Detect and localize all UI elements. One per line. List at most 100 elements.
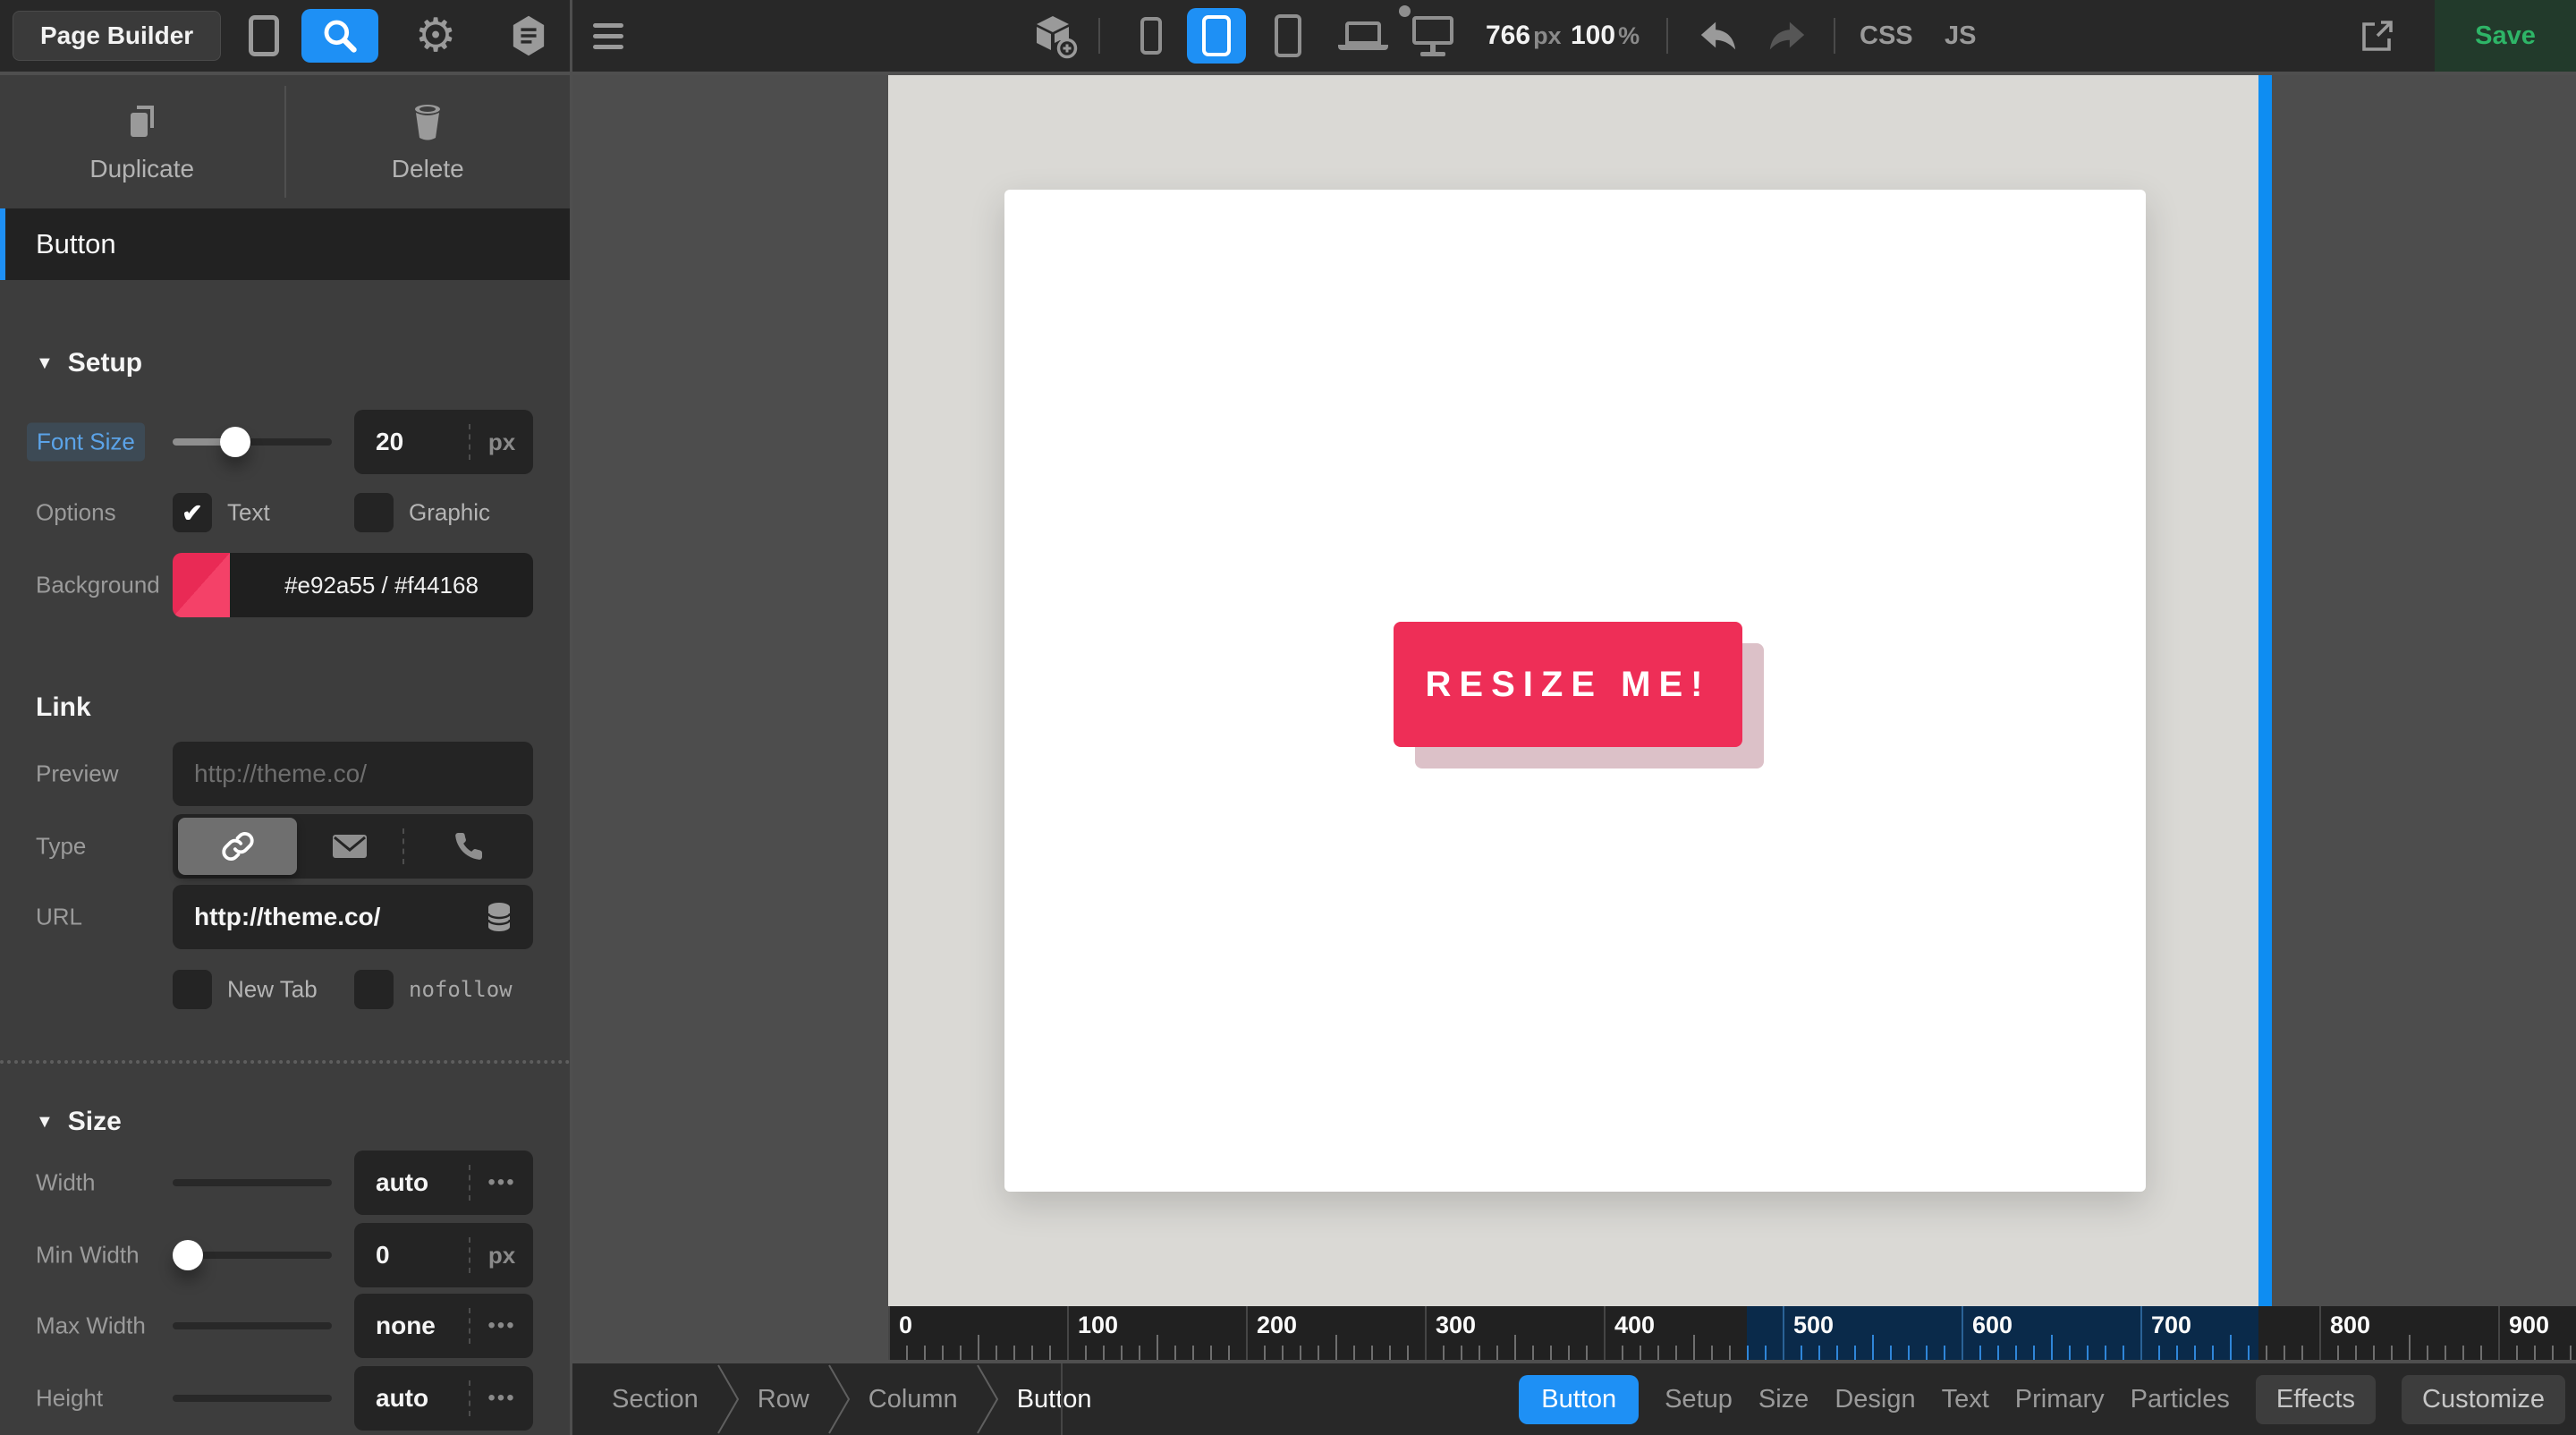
top-toolbar: Page Builder ⚙ xyxy=(0,0,2576,75)
preview-input[interactable]: http://theme.co/ xyxy=(173,742,533,806)
tab-particles[interactable]: Particles xyxy=(2131,1385,2230,1414)
undo-button[interactable] xyxy=(1693,0,1743,72)
width-value[interactable]: auto xyxy=(354,1168,469,1197)
new-tab-checkbox[interactable]: ✔ xyxy=(173,970,212,1009)
ruler-tick xyxy=(942,1346,944,1360)
font-size-label[interactable]: Font Size xyxy=(27,423,145,462)
ruler-tick xyxy=(1103,1346,1105,1360)
more-options-icon[interactable] xyxy=(470,1170,533,1195)
link-type-url-button[interactable] xyxy=(178,818,297,875)
envelope-icon xyxy=(332,833,368,860)
new-tab-label[interactable]: New Tab xyxy=(227,976,318,1004)
text-checkbox-label[interactable]: Text xyxy=(227,499,270,527)
size-section-header[interactable]: ▼ Size xyxy=(36,1107,122,1137)
min-width-slider[interactable] xyxy=(173,1240,332,1270)
graphic-checkbox-label[interactable]: Graphic xyxy=(409,499,490,527)
tab-primary[interactable]: Primary xyxy=(2015,1385,2105,1414)
background-color-control[interactable]: #e92a55 / #f44168 xyxy=(173,553,533,617)
font-size-unit[interactable]: px xyxy=(470,429,533,456)
delete-button[interactable]: Delete xyxy=(286,75,571,208)
device-phone-portrait-button[interactable] xyxy=(1129,0,1174,72)
breadcrumb-row[interactable]: Row xyxy=(740,1385,827,1414)
width-slider[interactable] xyxy=(173,1168,332,1198)
ruler-tick xyxy=(2248,1346,2250,1360)
text-checkbox[interactable]: ✔ xyxy=(173,493,212,532)
search-button[interactable] xyxy=(301,9,378,63)
device-desktop-button[interactable] xyxy=(1406,0,1460,72)
min-width-value[interactable]: 0 xyxy=(354,1241,469,1269)
toggle-sidebar-button[interactable] xyxy=(233,0,295,72)
setup-section-header[interactable]: ▼ Setup xyxy=(36,348,142,378)
redo-button[interactable] xyxy=(1762,0,1812,72)
font-size-slider[interactable] xyxy=(173,427,332,457)
duplicate-button[interactable]: Duplicate xyxy=(0,75,284,208)
database-icon[interactable] xyxy=(487,901,512,933)
tab-design[interactable]: Design xyxy=(1835,1385,1915,1414)
zoom-indicator: 100% xyxy=(1571,0,1640,72)
slider-handle[interactable] xyxy=(173,1240,203,1270)
max-width-value[interactable]: none xyxy=(354,1312,469,1340)
font-size-value[interactable]: 20 xyxy=(354,428,469,456)
effects-button[interactable]: Effects xyxy=(2256,1375,2376,1424)
ruler[interactable]: 0100200300400500600700800900 xyxy=(888,1306,2576,1360)
js-button[interactable]: JS xyxy=(1945,0,1976,72)
font-size-input[interactable]: 20 px xyxy=(354,410,533,474)
templates-button[interactable] xyxy=(497,0,560,72)
chain-link-icon xyxy=(221,829,255,863)
bottom-bar: Section Row Column Button Button Setup S… xyxy=(572,1360,2576,1435)
preview-row: Preview http://theme.co/ xyxy=(0,742,570,806)
device-phone-landscape-button-active[interactable] xyxy=(1187,8,1246,64)
ruler-tick xyxy=(2445,1346,2446,1360)
more-options-icon[interactable] xyxy=(470,1386,533,1411)
customize-button[interactable]: Customize xyxy=(2402,1375,2565,1424)
breadcrumb-column[interactable]: Column xyxy=(851,1385,976,1414)
breadcrumb-section[interactable]: Section xyxy=(594,1385,716,1414)
max-width-input[interactable]: none xyxy=(354,1294,533,1358)
nofollow-label[interactable]: nofollow xyxy=(409,977,513,1002)
settings-button[interactable]: ⚙ xyxy=(404,0,467,72)
link-type-email-button[interactable] xyxy=(297,814,402,879)
graphic-checkbox[interactable]: ✔ xyxy=(354,493,394,532)
viewport-resize-handle[interactable] xyxy=(2258,75,2272,1306)
desktop-icon xyxy=(1412,16,1453,45)
height-slider[interactable] xyxy=(173,1383,332,1414)
page-section[interactable]: RESIZE ME! xyxy=(1004,190,2146,1192)
more-options-icon[interactable] xyxy=(470,1313,533,1338)
tab-text[interactable]: Text xyxy=(1942,1385,1989,1414)
preview-canvas[interactable]: RESIZE ME! xyxy=(888,75,2258,1306)
ruler-tick xyxy=(2391,1346,2393,1360)
ruler-tick xyxy=(1550,1346,1552,1360)
breadcrumb-button[interactable]: Button xyxy=(999,1385,1110,1414)
tab-size[interactable]: Size xyxy=(1758,1385,1809,1414)
ruler-tick xyxy=(1979,1346,1981,1360)
page-builder-button[interactable]: Page Builder xyxy=(13,11,221,61)
ruler-tick xyxy=(1443,1346,1445,1360)
url-input[interactable]: http://theme.co/ xyxy=(173,885,533,949)
height-input[interactable]: auto xyxy=(354,1366,533,1431)
device-laptop-button[interactable] xyxy=(1336,0,1390,72)
save-button[interactable]: Save xyxy=(2435,0,2576,72)
min-width-unit[interactable]: px xyxy=(470,1242,533,1269)
tab-setup[interactable]: Setup xyxy=(1665,1385,1733,1414)
slider-handle[interactable] xyxy=(220,427,250,457)
panel-icon xyxy=(249,15,279,56)
link-flags-row: ✔ New Tab ✔ nofollow xyxy=(0,970,570,1009)
width-input[interactable]: auto xyxy=(354,1151,533,1215)
height-value[interactable]: auto xyxy=(354,1384,469,1413)
min-width-input[interactable]: 0 px xyxy=(354,1223,533,1287)
background-color-value[interactable]: #e92a55 / #f44168 xyxy=(230,553,533,617)
max-width-slider[interactable] xyxy=(173,1311,332,1341)
resize-me-button[interactable]: RESIZE ME! xyxy=(1394,622,1742,747)
url-value[interactable]: http://theme.co/ xyxy=(194,903,487,931)
device-tablet-portrait-button[interactable] xyxy=(1266,0,1310,72)
open-preview-button[interactable] xyxy=(2351,0,2404,72)
link-type-phone-button[interactable] xyxy=(404,814,533,879)
nofollow-checkbox[interactable]: ✔ xyxy=(354,970,394,1009)
tab-button-active[interactable]: Button xyxy=(1519,1375,1639,1424)
color-swatch[interactable] xyxy=(173,553,230,617)
menu-button[interactable] xyxy=(593,0,623,72)
css-button[interactable]: CSS xyxy=(1860,0,1913,72)
ruler-tick xyxy=(2516,1346,2518,1360)
add-element-button[interactable] xyxy=(1029,0,1080,72)
ruler-tick xyxy=(978,1335,979,1360)
